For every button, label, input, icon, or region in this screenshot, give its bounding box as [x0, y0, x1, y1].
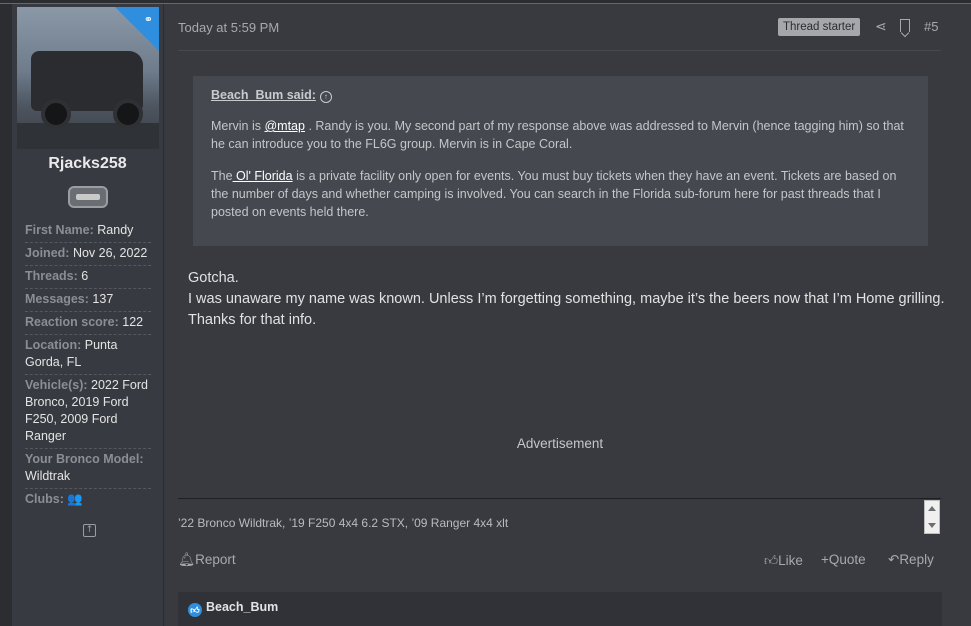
stat-threads: Threads: 6 [25, 266, 151, 289]
quote-button[interactable]: +Quote [821, 552, 866, 567]
signature: ’22 Bronco Wildtrak, ’19 F250 4x4 6.2 ST… [178, 516, 509, 530]
post-date[interactable]: Today at 5:59 PM [178, 20, 279, 35]
username[interactable]: Rjacks258 [12, 155, 163, 173]
quote-paragraph: Mervin is @mtap . Randy is you. My secon… [211, 119, 904, 151]
reply-button[interactable]: ↶Reply [888, 552, 934, 568]
quote-block: Beach_Bum said: ↑ Mervin is @mtap . Randy… [193, 76, 928, 246]
reactions-bar: 👍︎ Beach_Bum [178, 592, 942, 626]
body-line: Thanks for that info. [188, 312, 317, 328]
signature-divider [178, 498, 941, 499]
plus-icon: + [821, 552, 829, 567]
reply-icon: ↶ [888, 552, 900, 567]
thumbs-up-icon: 👍︎ [764, 553, 779, 568]
stat-vehicles: Vehicle(s): 2022 Ford Bronco, 2019 Ford … [25, 375, 151, 449]
thread-starter-badge: Thread starter [778, 18, 861, 36]
share-icon[interactable]: ⋖ [875, 19, 887, 35]
avatar-wheel [41, 99, 71, 129]
arrow-up-circle-icon[interactable]: ↑ [319, 91, 332, 103]
stat-bronco-model: Your Bronco Model: Wildtrak [25, 449, 151, 489]
link-icon: ⚭ [143, 13, 153, 26]
like-reaction-icon: 👍︎ [188, 603, 202, 617]
post-body: Gotcha. I was unaware my name was known.… [188, 268, 948, 331]
clubs-icon: 👥 [67, 492, 83, 506]
quote-author[interactable]: Beach_Bum said: ↑ [211, 88, 910, 103]
divider [178, 50, 941, 51]
avatar-wheel [113, 99, 143, 129]
user-stats: First Name: Randy Joined: Nov 26, 2022 T… [25, 220, 151, 511]
body-line: I was unaware my name was known. Unless … [188, 291, 945, 307]
advertisement-label: Advertisement [516, 436, 604, 451]
avatar-ground [17, 123, 159, 149]
quote-paragraph: The Ol' Florida is a private facility on… [211, 169, 897, 219]
like-button[interactable]: 👍︎Like [764, 552, 803, 569]
avatar[interactable]: ⚭ [17, 7, 159, 149]
stat-first-name: First Name: Randy [25, 220, 151, 243]
post: Today at 5:59 PM Thread starter ⋖ #5 Bea… [164, 4, 971, 626]
report-button[interactable]: 🔔︎Report [178, 552, 236, 568]
stat-joined: Joined: Nov 26, 2022 [25, 243, 151, 266]
stat-location: Location: Punta Gorda, FL [25, 335, 151, 375]
body-line: Gotcha. [188, 270, 239, 286]
rank-badge-icon [68, 186, 108, 208]
bell-icon: 🔔︎ [178, 552, 196, 567]
post-number[interactable]: #5 [924, 19, 938, 34]
stat-reaction-score: Reaction score: 122 [25, 312, 151, 335]
user-info-panel: ⚭ Rjacks258 First Name: Randy Joined: No… [12, 4, 163, 626]
mention-link[interactable]: @mtap [264, 119, 304, 133]
scroll-up-icon[interactable] [928, 506, 936, 511]
reaction-user-link[interactable]: Beach_Bum [206, 600, 278, 614]
stat-messages: Messages: 137 [25, 289, 151, 312]
ol-florida-link[interactable]: Ol' Florida [233, 169, 293, 183]
bookmark-icon[interactable] [900, 19, 910, 32]
stat-clubs: Clubs: 👥 [25, 492, 83, 506]
scroll-down-icon[interactable] [928, 523, 936, 528]
expand-icon[interactable]: ↑ [83, 524, 96, 537]
signature-scrollbar[interactable] [924, 500, 940, 534]
